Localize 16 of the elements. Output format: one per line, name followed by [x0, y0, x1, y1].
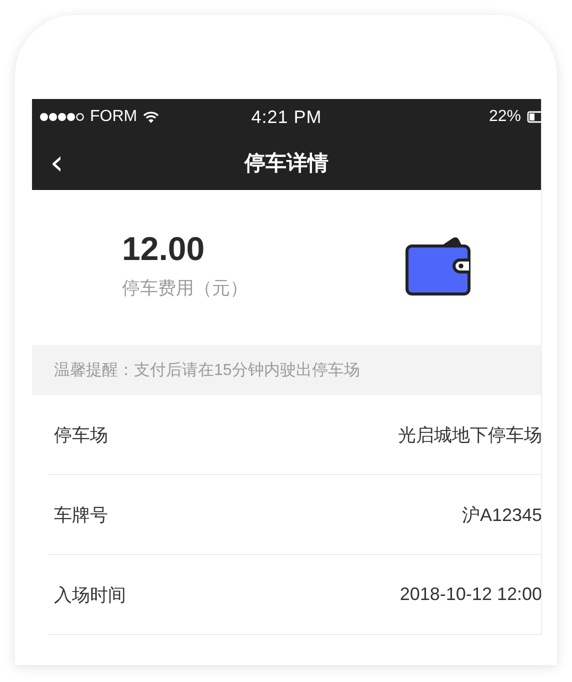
row-label: 停车场 — [54, 424, 108, 446]
signal-icon — [40, 112, 84, 122]
row-value: 光启城地下停车场 — [398, 424, 541, 446]
fee-label: 停车费用（元） — [122, 276, 249, 300]
row-label: 车牌号 — [54, 504, 108, 526]
fee-amount: 12.00 — [122, 230, 206, 268]
back-button[interactable]: ‹ — [46, 146, 68, 180]
page-title: 停车详情 — [244, 152, 328, 174]
carrier-name: FORM — [90, 108, 138, 126]
status-time: 4:21 PM — [251, 106, 322, 126]
wifi-icon — [143, 110, 160, 124]
battery-percent: 22% — [488, 108, 521, 126]
row-value: 沪A12345 — [462, 504, 541, 526]
row-label: 入场时间 — [54, 584, 126, 606]
row-value: 2018-10-12 12:00 — [400, 584, 541, 605]
tip-text: 温馨提醒：支付后请在15分钟内驶出停车场 — [54, 360, 360, 380]
